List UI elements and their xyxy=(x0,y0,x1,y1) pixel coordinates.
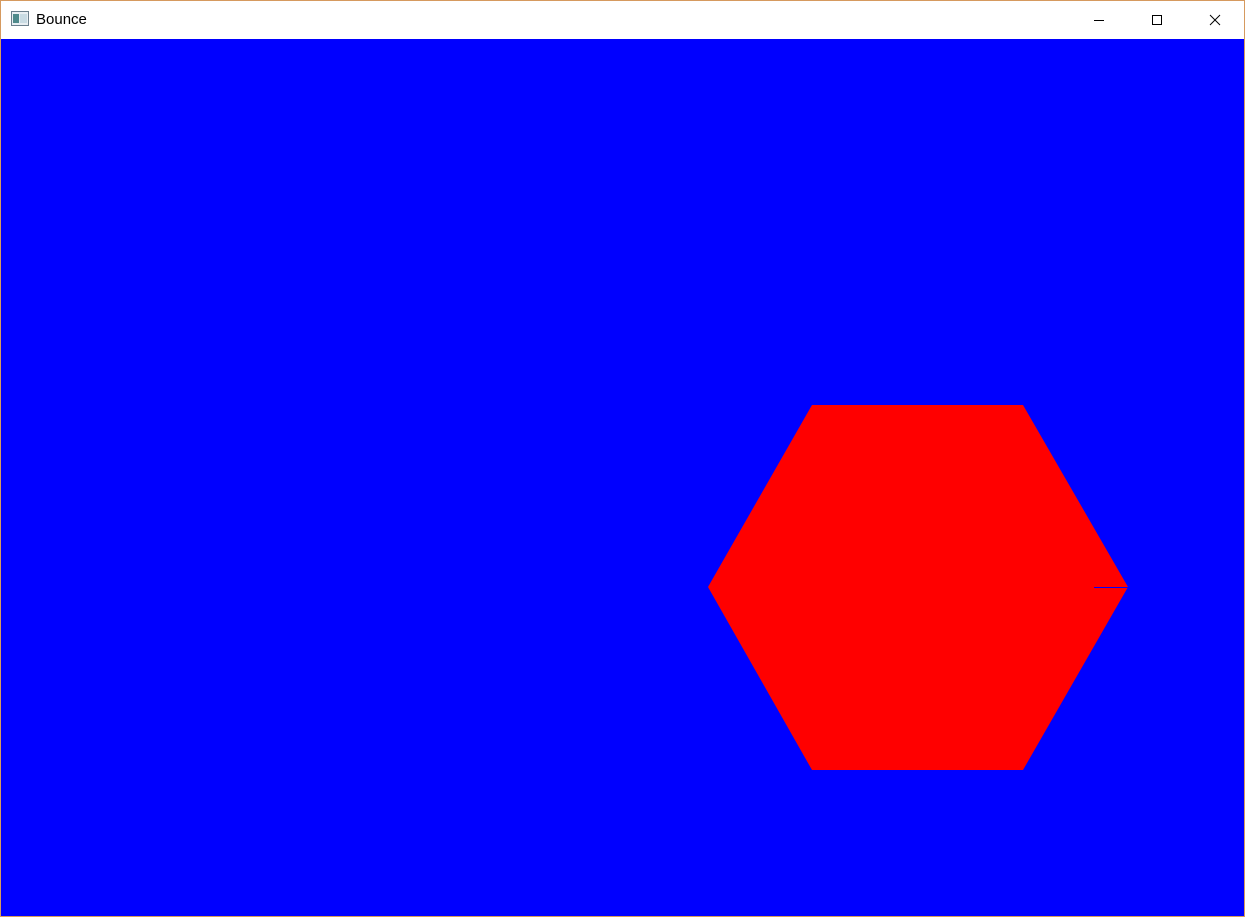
canvas-drawing xyxy=(708,405,1128,770)
app-icon xyxy=(11,11,29,26)
bounce-canvas[interactable] xyxy=(1,39,1244,916)
bouncing-hexagon xyxy=(708,405,1128,770)
close-button[interactable] xyxy=(1186,1,1244,39)
close-icon xyxy=(1209,14,1221,26)
window-title: Bounce xyxy=(36,11,87,28)
app-window: Bounce xyxy=(0,0,1245,917)
maximize-icon xyxy=(1152,15,1162,25)
window-controls xyxy=(1070,1,1244,39)
minimize-icon xyxy=(1094,20,1104,21)
minimize-button[interactable] xyxy=(1070,1,1128,39)
title-bar[interactable]: Bounce xyxy=(1,1,1244,39)
maximize-button[interactable] xyxy=(1128,1,1186,39)
